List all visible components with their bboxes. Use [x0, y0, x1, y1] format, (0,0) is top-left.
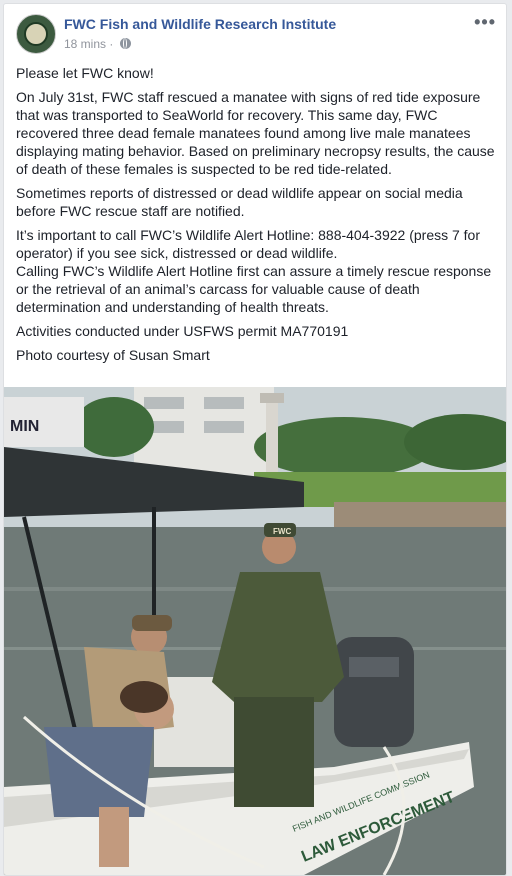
timestamp-link[interactable]: 18 mins — [64, 37, 106, 51]
page-name-link[interactable]: FWC Fish and Wildlife Research Institute — [64, 16, 336, 32]
more-options-icon[interactable]: ••• — [474, 12, 496, 33]
photo-brand-text: MIN — [10, 418, 39, 435]
meta-separator: · — [109, 37, 114, 51]
post-paragraph: Photo courtesy of Susan Smart — [16, 347, 210, 363]
post-text: Please let FWC know! On July 31st, FWC s… — [16, 64, 496, 370]
post-paragraph: It’s important to call FWC’s Wildlife Al… — [16, 227, 481, 261]
post-card: FWC Fish and Wildlife Research Institute… — [3, 3, 507, 876]
post-paragraph: Activities conducted under USFWS permit … — [16, 323, 349, 339]
post-paragraph: On July 31st, FWC staff rescued a manate… — [16, 89, 495, 177]
photo-cap-text: FWC — [273, 527, 291, 536]
seal-icon — [24, 22, 48, 46]
photo-scene: MIN FWC FISH AND WILDLIFE COMMISSION LAW… — [4, 387, 506, 875]
post-header: FWC Fish and Wildlife Research Institute… — [4, 4, 506, 64]
page-avatar[interactable] — [16, 14, 56, 54]
post-photo[interactable]: MIN FWC FISH AND WILDLIFE COMMISSION LAW… — [4, 387, 506, 875]
post-meta: 18 mins · — [64, 37, 131, 51]
globe-icon[interactable] — [119, 38, 131, 49]
post-paragraph: Please let FWC know! — [16, 65, 154, 81]
post-paragraph: Sometimes reports of distressed or dead … — [16, 185, 463, 219]
post-paragraph: Calling FWC’s Wildlife Alert Hotline fir… — [16, 263, 492, 315]
